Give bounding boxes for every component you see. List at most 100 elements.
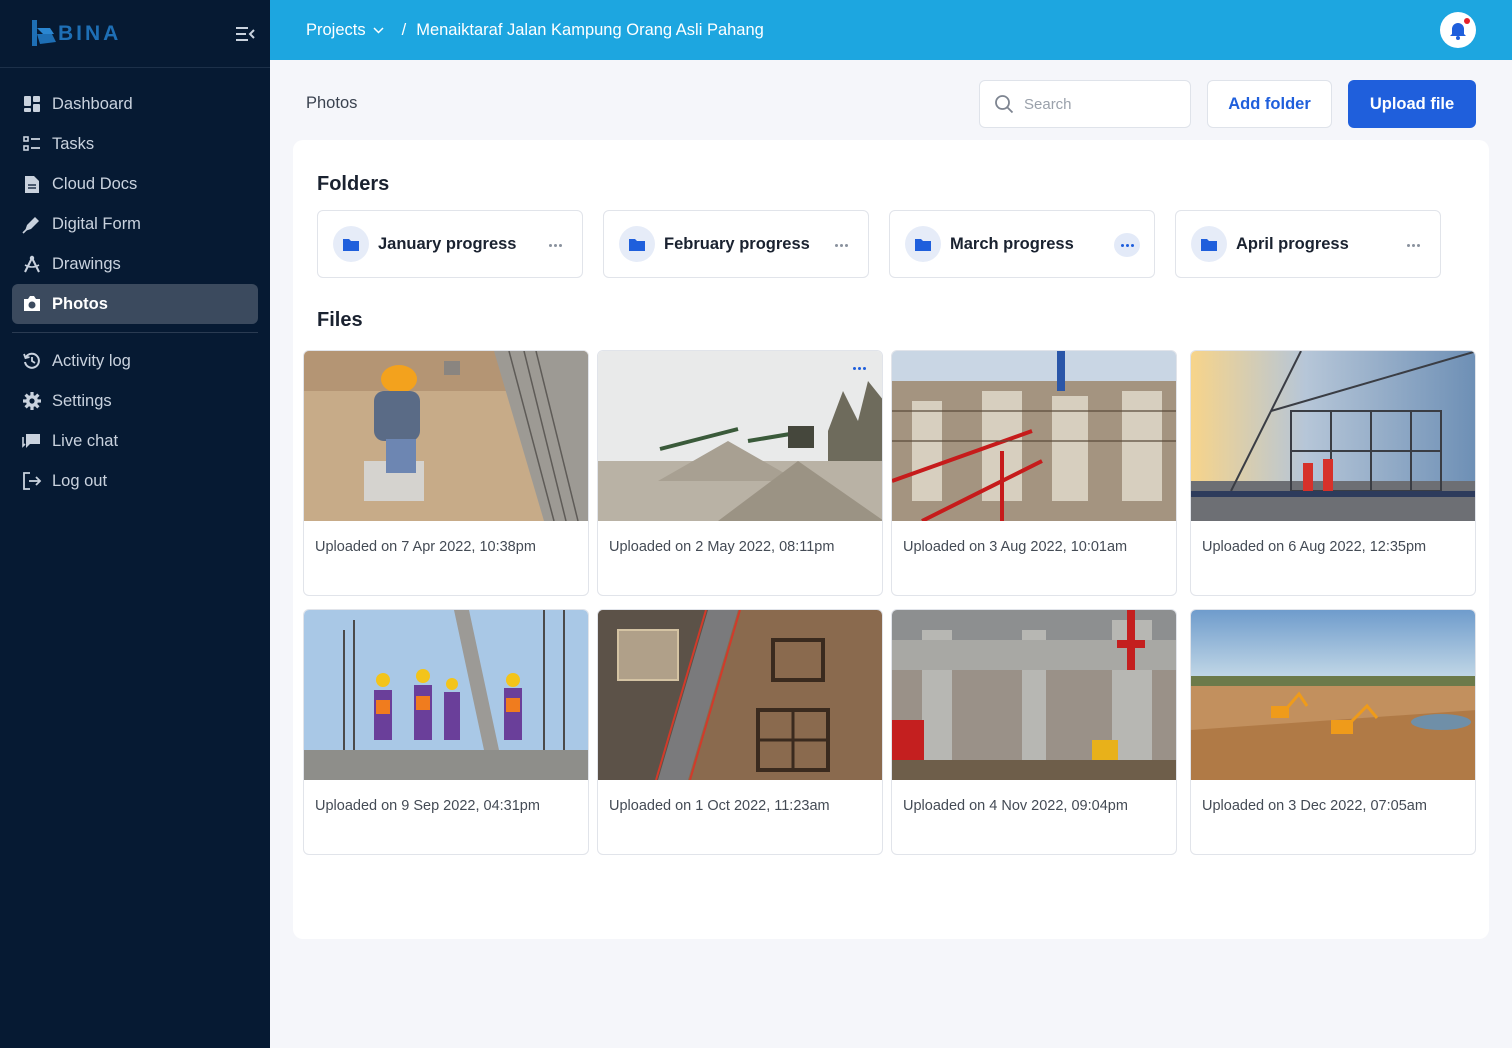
breadcrumb-projects[interactable]: Projects [306,21,384,40]
search-icon [995,95,1014,114]
photo-card[interactable]: Uploaded on 9 Sep 2022, 04:31pm [303,609,589,855]
logo-text: BINA [58,22,122,45]
content-panel: Folders January progress February progre… [293,140,1489,939]
folder-icon [619,226,655,262]
page-title: Photos [306,94,358,112]
photo-caption: Uploaded on 9 Sep 2022, 04:31pm [315,798,540,814]
more-icon [1406,243,1420,247]
drafting-icon [22,254,42,274]
sidebar-item-label: Tasks [52,134,95,153]
tasks-icon [22,134,42,154]
sidebar-item-label: Drawings [52,254,121,273]
bina-logo-icon [30,20,56,48]
sidebar-item-cloud-docs[interactable]: Cloud Docs [12,164,258,204]
photo-caption: Uploaded on 2 May 2022, 08:11pm [609,539,835,555]
chat-icon [22,431,42,451]
photo-thumbnail [304,351,588,521]
photo-caption: Uploaded on 4 Nov 2022, 09:04pm [903,798,1128,814]
breadcrumb-current[interactable]: Menaiktaraf Jalan Kampung Orang Asli Pah… [416,21,764,40]
sidebar-item-drawings[interactable]: Drawings [12,244,258,284]
sidebar-item-label: Dashboard [52,94,133,113]
sidebar: BINA Dashboard Tasks Cloud Docs Digital … [0,0,270,1048]
logout-icon [22,471,42,491]
breadcrumb: Projects / Menaiktaraf Jalan Kampung Ora… [306,0,764,60]
chevron-down-icon [373,26,384,34]
folder-more-button[interactable] [1400,233,1426,257]
sidebar-divider [12,332,258,333]
photo-card[interactable]: Uploaded on 4 Nov 2022, 09:04pm [891,609,1177,855]
photo-card[interactable]: Uploaded on 6 Aug 2022, 12:35pm [1190,350,1476,596]
photo-card[interactable]: Uploaded on 7 Apr 2022, 10:38pm [303,350,589,596]
more-icon [1120,243,1134,247]
sidebar-item-photos[interactable]: Photos [12,284,258,324]
photo-thumbnail [1191,351,1475,521]
folder-name: March progress [950,234,1074,253]
photo-card[interactable]: Uploaded on 1 Oct 2022, 11:23am [597,609,883,855]
sidebar-item-log-out[interactable]: Log out [12,461,258,501]
logo-row: BINA [0,0,270,68]
folder-card[interactable]: February progress [603,210,869,278]
topbar: Projects / Menaiktaraf Jalan Kampung Ora… [270,0,1512,60]
folder-card[interactable]: March progress [889,210,1155,278]
sidebar-item-live-chat[interactable]: Live chat [12,421,258,461]
sidebar-item-label: Activity log [52,351,131,370]
history-icon [22,351,42,371]
sidebar-item-dashboard[interactable]: Dashboard [12,84,258,124]
folders-heading: Folders [317,173,390,195]
sidebar-item-label: Photos [52,294,108,313]
folder-card[interactable]: April progress [1175,210,1441,278]
gear-icon [22,391,42,411]
folder-name: January progress [378,234,517,253]
photo-card[interactable]: Uploaded on 2 May 2022, 08:11pm [597,350,883,596]
folder-name: April progress [1236,234,1349,253]
photo-thumbnail [1191,610,1475,780]
photo-thumbnail [598,610,882,780]
photo-thumbnail [598,351,882,521]
sidebar-item-digital-form[interactable]: Digital Form [12,204,258,244]
photo-caption: Uploaded on 3 Aug 2022, 10:01am [903,539,1128,555]
pen-icon [22,214,42,234]
photo-thumbnail [892,351,1176,521]
sidebar-item-settings[interactable]: Settings [12,381,258,421]
sidebar-nav: Dashboard Tasks Cloud Docs Digital Form … [12,84,258,501]
document-icon [22,174,42,194]
sidebar-item-label: Live chat [52,431,119,450]
more-icon [852,366,866,370]
sidebar-item-tasks[interactable]: Tasks [12,124,258,164]
sidebar-item-label: Cloud Docs [52,174,138,193]
photo-caption: Uploaded on 1 Oct 2022, 11:23am [609,798,830,814]
photo-caption: Uploaded on 3 Dec 2022, 07:05am [1202,798,1427,814]
folder-more-button[interactable] [542,233,568,257]
more-icon [548,243,562,247]
photo-caption: Uploaded on 7 Apr 2022, 10:38pm [315,539,536,555]
add-folder-button[interactable]: Add folder [1207,80,1332,128]
photo-thumbnail [304,610,588,780]
sidebar-item-label: Log out [52,471,108,490]
folder-icon [905,226,941,262]
breadcrumb-separator: / [401,20,407,39]
photo-caption: Uploaded on 6 Aug 2022, 12:35pm [1202,539,1427,555]
more-icon [834,243,848,247]
logo[interactable]: BINA [30,20,121,48]
collapse-sidebar-icon[interactable] [234,25,256,43]
notifications-button[interactable] [1440,12,1476,48]
sidebar-item-activity-log[interactable]: Activity log [12,341,258,381]
folder-more-button[interactable] [828,233,854,257]
folder-card[interactable]: January progress [317,210,583,278]
photo-card[interactable]: Uploaded on 3 Aug 2022, 10:01am [891,350,1177,596]
breadcrumb-projects-label: Projects [306,20,366,39]
search-input[interactable] [1024,95,1174,113]
photo-more-button[interactable] [846,357,872,379]
files-heading: Files [317,309,363,331]
dashboard-icon [22,94,42,114]
search-box[interactable] [979,80,1191,128]
photo-thumbnail [892,610,1176,780]
folder-icon [333,226,369,262]
notification-dot [1464,18,1470,24]
upload-file-button[interactable]: Upload file [1348,80,1476,128]
folder-icon [1191,226,1227,262]
folder-more-button[interactable] [1114,233,1140,257]
sidebar-item-label: Digital Form [52,214,141,233]
folder-name: February progress [664,234,810,253]
photo-card[interactable]: Uploaded on 3 Dec 2022, 07:05am [1190,609,1476,855]
